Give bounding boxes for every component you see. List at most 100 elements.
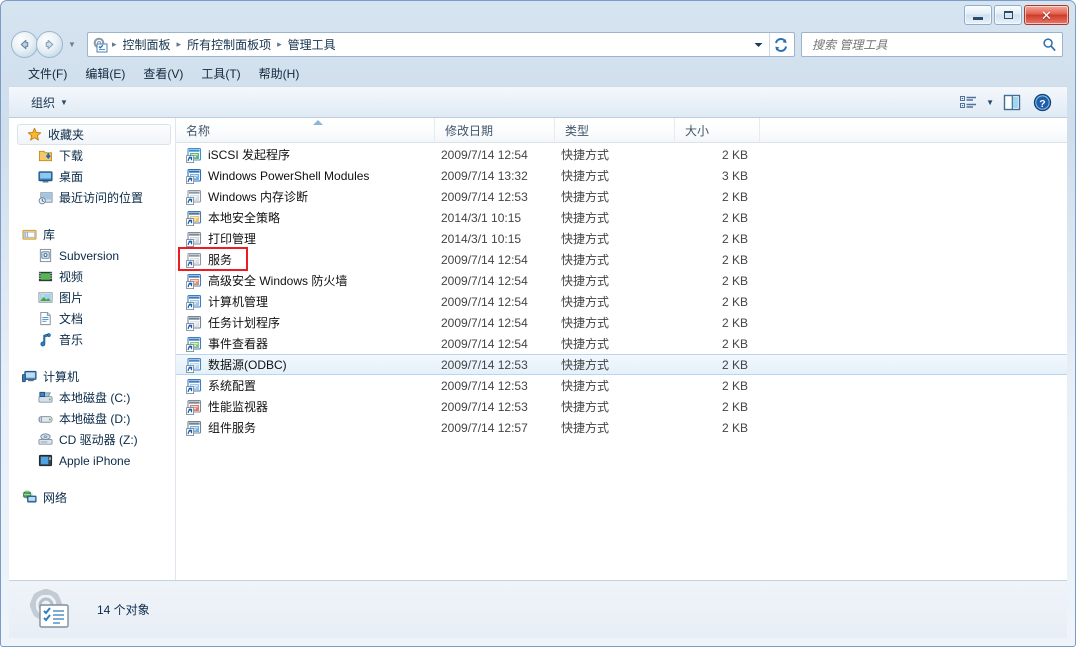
cell-type: 快捷方式 [555,377,675,394]
cell-type: 快捷方式 [555,251,675,268]
sidebar-item-subversion[interactable]: Subversion [9,245,175,266]
table-row[interactable]: 本地安全策略2014/3/1 10:15快捷方式2 KB [176,207,1067,228]
view-list-icon [960,95,977,110]
menu-help[interactable]: 帮助(H) [250,62,309,85]
sidebar-item-label: 图片 [59,289,83,306]
column-header-date-modified[interactable]: 修改日期 [435,118,555,142]
address-dropdown-button[interactable] [750,33,766,56]
downloads-icon [37,148,53,164]
file-list-pane: 名称 修改日期 类型 大小 iSCSI 发起程序2009/7/14 12:54快… [176,118,1067,580]
table-row[interactable]: 性能监视器2009/7/14 12:53快捷方式2 KB [176,396,1067,417]
sidebar-item-pictures[interactable]: 图片 [9,287,175,308]
file-name-label: 性能监视器 [208,398,268,415]
preview-pane-button[interactable] [1000,92,1024,113]
sidebar-group-network: 网络 [9,487,175,508]
back-button[interactable] [11,31,38,58]
column-headers: 名称 修改日期 类型 大小 [176,118,1067,143]
breadcrumb-item-0[interactable]: 控制面板 [118,34,176,55]
sidebar-item-desktop[interactable]: 桌面 [9,166,175,187]
breadcrumb-item-1[interactable]: 所有控制面板项 [182,34,276,55]
recent-pages-dropdown[interactable]: ▼ [68,40,76,49]
shortcut-memdiag-icon [186,189,202,205]
maximize-button[interactable] [994,5,1022,25]
address-bar[interactable]: ▸ 控制面板 ▸ 所有控制面板项 ▸ 管理工具 [87,32,795,57]
sidebar-item-local-disk-d[interactable]: 本地磁盘 (D:) [9,408,175,429]
cell-name: 计算机管理 [176,293,435,310]
table-row[interactable]: 服务2009/7/14 12:54快捷方式2 KB [176,249,1067,270]
table-row[interactable]: 打印管理2014/3/1 10:15快捷方式2 KB [176,228,1067,249]
sidebar-item-apple-iphone[interactable]: Apple iPhone [9,450,175,471]
sidebar-item-music[interactable]: 音乐 [9,329,175,350]
cell-size: 2 KB [675,232,760,246]
sidebar-item-recent-places[interactable]: 最近访问的位置 [9,187,175,208]
table-row[interactable]: iSCSI 发起程序2009/7/14 12:54快捷方式2 KB [176,144,1067,165]
sidebar-item-libraries[interactable]: 库 [9,224,175,245]
cell-name: 高级安全 Windows 防火墙 [176,272,435,289]
sidebar-item-downloads[interactable]: 下载 [9,145,175,166]
table-row[interactable]: Windows 内存诊断2009/7/14 12:53快捷方式2 KB [176,186,1067,207]
cell-date-modified: 2009/7/14 12:54 [435,337,555,351]
library-icon [21,227,37,243]
menu-file[interactable]: 文件(F) [19,62,76,85]
navigation-pane: 收藏夹 下载 [9,118,176,580]
column-header-size[interactable]: 大小 [675,118,760,142]
forward-button[interactable] [36,31,63,58]
cell-size: 2 KB [675,316,760,330]
menu-tools[interactable]: 工具(T) [192,62,249,85]
file-name-label: 高级安全 Windows 防火墙 [208,272,347,289]
sidebar-group-computer: 计算机 本地磁盘 (C:) [9,366,175,471]
refresh-button[interactable] [769,33,791,56]
table-row[interactable]: 高级安全 Windows 防火墙2009/7/14 12:54快捷方式2 KB [176,270,1067,291]
table-row[interactable]: 事件查看器2009/7/14 12:54快捷方式2 KB [176,333,1067,354]
organize-button[interactable]: 组织 ▼ [23,90,76,115]
table-row[interactable]: 任务计划程序2009/7/14 12:54快捷方式2 KB [176,312,1067,333]
sidebar-item-label: Apple iPhone [59,454,130,468]
table-row[interactable]: 数据源(ODBC)2009/7/14 12:53快捷方式2 KB [176,354,1067,375]
search-input[interactable] [810,37,1040,53]
chevron-down-icon [754,42,763,48]
shortcut-secpol-icon [186,210,202,226]
file-name-label: 本地安全策略 [208,209,280,226]
sidebar-item-documents[interactable]: 文档 [9,308,175,329]
menu-view[interactable]: 查看(V) [134,62,192,85]
table-row[interactable]: 组件服务2009/7/14 12:57快捷方式2 KB [176,417,1067,438]
search-box[interactable] [801,32,1063,57]
content-area: 收藏夹 下载 [9,118,1067,580]
view-dropdown-caret-icon[interactable]: ▼ [986,98,994,107]
table-row[interactable]: 计算机管理2009/7/14 12:54快捷方式2 KB [176,291,1067,312]
shortcut-services-icon [186,252,202,268]
sidebar-group-libraries: 库 Subversion [9,224,175,350]
sidebar-item-network[interactable]: 网络 [9,487,175,508]
subversion-icon [37,248,53,264]
column-header-name[interactable]: 名称 [176,118,435,142]
menu-edit[interactable]: 编辑(E) [76,62,134,85]
search-icon[interactable] [1040,37,1058,52]
cell-date-modified: 2009/7/14 12:53 [435,379,555,393]
minimize-button[interactable] [964,5,992,25]
help-button[interactable]: ? [1030,91,1055,114]
music-icon [37,332,53,348]
view-options-button[interactable] [957,93,980,112]
table-row[interactable]: Windows PowerShell Modules2009/7/14 13:3… [176,165,1067,186]
cell-name: 打印管理 [176,230,435,247]
sidebar-item-videos[interactable]: 视频 [9,266,175,287]
sort-ascending-icon [313,120,323,125]
sidebar-item-favorites[interactable]: 收藏夹 [17,124,171,145]
cell-name: 服务 [176,251,435,268]
breadcrumb-item-2[interactable]: 管理工具 [283,34,341,55]
close-button[interactable]: ✕ [1024,5,1069,25]
cell-date-modified: 2009/7/14 12:57 [435,421,555,435]
sidebar-item-local-disk-c[interactable]: 本地磁盘 (C:) [9,387,175,408]
file-name-label: 事件查看器 [208,335,268,352]
column-header-type[interactable]: 类型 [555,118,675,142]
cell-date-modified: 2014/3/1 10:15 [435,232,555,246]
sidebar-item-cd-drive-z[interactable]: CD 驱动器 (Z:) [9,429,175,450]
cell-type: 快捷方式 [555,188,675,205]
sidebar-item-computer[interactable]: 计算机 [9,366,175,387]
sidebar-spacer [9,352,175,366]
shortcut-firewall-icon [186,273,202,289]
cell-date-modified: 2014/3/1 10:15 [435,211,555,225]
cell-type: 快捷方式 [555,272,675,289]
navigation-bar: ▼ ▸ 控制面板 ▸ 所有控制面板项 ▸ 管理工具 [9,29,1067,61]
table-row[interactable]: 系统配置2009/7/14 12:53快捷方式2 KB [176,375,1067,396]
